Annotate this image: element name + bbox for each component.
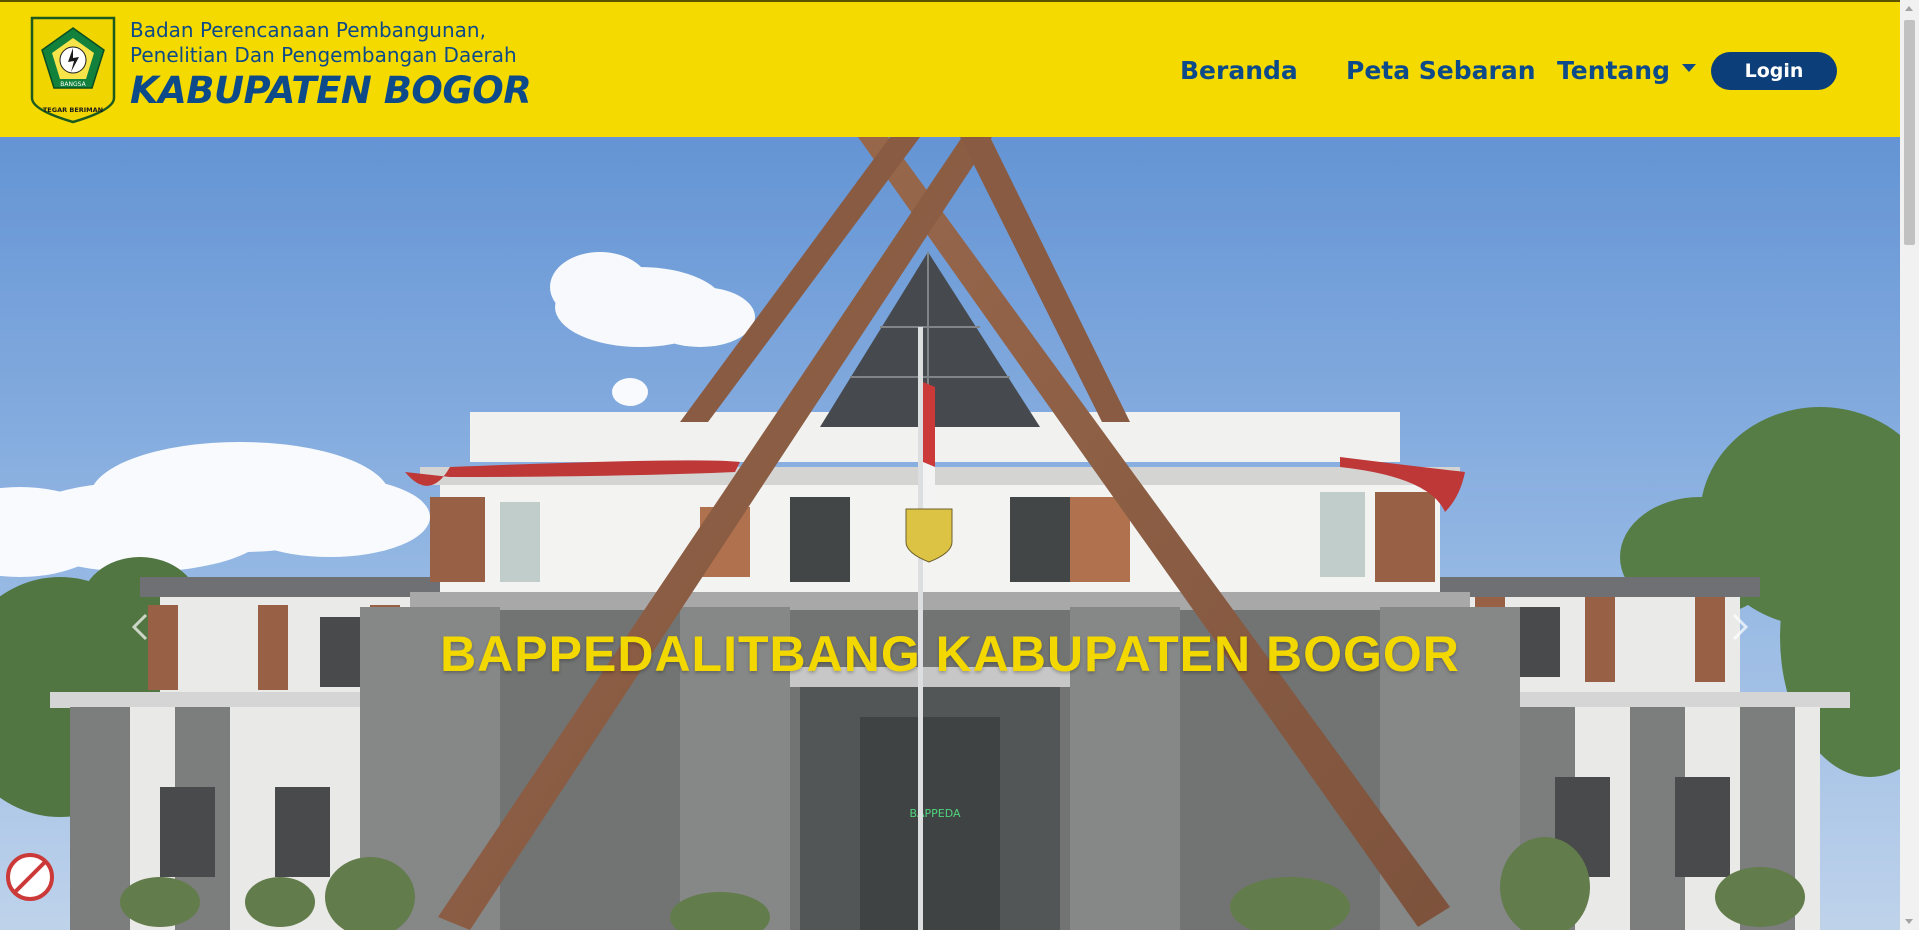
caret-down-icon xyxy=(1682,64,1697,72)
page-scrollbar[interactable] xyxy=(1900,0,1919,930)
scrollbar-thumb[interactable] xyxy=(1904,20,1915,245)
login-button[interactable]: Login xyxy=(1711,52,1837,90)
scroll-down-icon[interactable] xyxy=(1905,919,1913,924)
brand-line-1: Badan Perencanaan Pembangunan, xyxy=(130,18,486,42)
brand-line-3: KABUPATEN BOGOR xyxy=(130,69,532,112)
hero-image: BAPPEDA xyxy=(0,137,1900,930)
chevron-right-icon[interactable] xyxy=(1720,597,1760,657)
nav-tentang-label: Tentang xyxy=(1557,56,1671,85)
navbar: BANGSA TEGAR BERIMAN Badan Perencanaan P… xyxy=(0,0,1900,137)
svg-text:TEGAR BERIMAN: TEGAR BERIMAN xyxy=(43,106,103,114)
nav-beranda[interactable]: Beranda xyxy=(1180,56,1298,85)
brand-title[interactable]: Badan Perencanaan Pembangunan, Penelitia… xyxy=(130,18,532,114)
svg-text:BANGSA: BANGSA xyxy=(60,81,86,88)
scroll-up-icon[interactable] xyxy=(1905,6,1913,11)
nav-tentang-dropdown[interactable]: Tentang xyxy=(1557,56,1697,85)
brand-line-2: Penelitian Dan Pengembangan Daerah xyxy=(130,43,517,67)
nav-peta-sebaran[interactable]: Peta Sebaran xyxy=(1346,56,1536,85)
hero-caption: BAPPEDALITBANG KABUPATEN BOGOR xyxy=(440,626,1460,682)
kabupaten-bogor-logo[interactable]: BANGSA TEGAR BERIMAN xyxy=(28,14,118,126)
hero-carousel: BAPPEDA BAPPEDALITBANG KABUPATEN BOGOR xyxy=(0,137,1900,930)
chevron-left-icon[interactable] xyxy=(120,597,160,657)
